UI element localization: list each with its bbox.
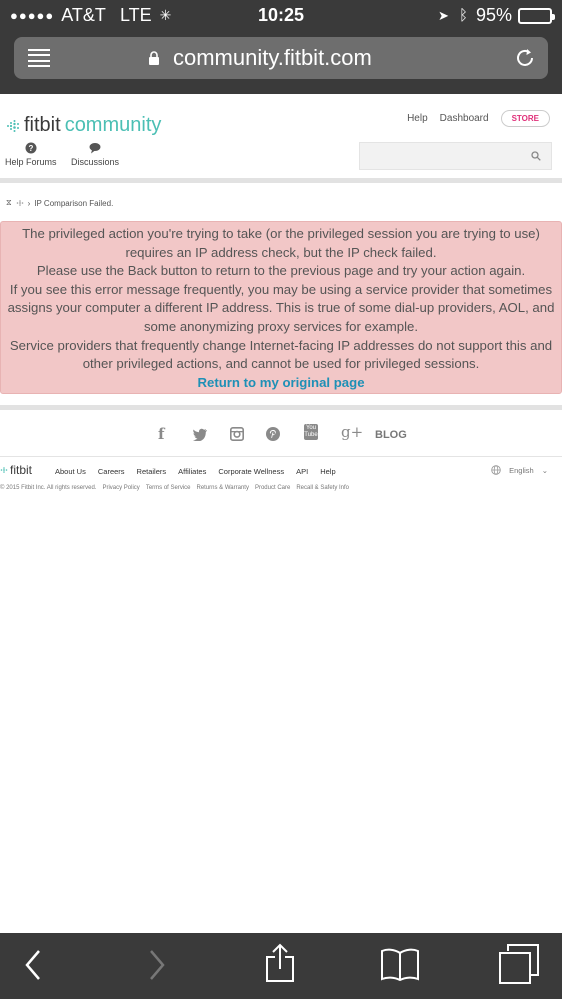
- footer-legal: © 2015 Fitbit Inc. All rights reserved. …: [0, 485, 355, 491]
- header-divider: [0, 178, 562, 183]
- error-text-line1: The privileged action you're trying to t…: [22, 226, 540, 260]
- social-links: f You Tube g+ BLOG: [0, 423, 562, 445]
- youtube-icon[interactable]: You Tube: [304, 424, 318, 440]
- battery-icon: [518, 7, 555, 24]
- copyright-text: © 2015 Fitbit Inc. All rights reserved.: [0, 485, 97, 491]
- back-arrow-icon[interactable]: [22, 947, 44, 983]
- header-top-links: Help Dashboard STORE: [407, 110, 550, 127]
- logo-brand-text: fitbit: [24, 114, 61, 136]
- blog-link[interactable]: BLOG: [375, 429, 407, 441]
- footer-link-help[interactable]: Help: [320, 467, 335, 476]
- bookmarks-icon[interactable]: [380, 947, 420, 981]
- fitbit-dots-icon: [0, 467, 8, 473]
- fitbit-community-logo[interactable]: fitbit community: [6, 114, 161, 137]
- site-header: fitbit community Help Dashboard STORE ? …: [0, 94, 562, 180]
- footer-link-corporate-wellness[interactable]: Corporate Wellness: [218, 467, 284, 476]
- content-divider: [0, 405, 562, 410]
- pinterest-icon[interactable]: [266, 427, 280, 441]
- status-bar: ●●●●● AT&T LTE ✳ 10:25 ➤ ᛒ 95%: [0, 0, 562, 32]
- logo-section-text: community: [64, 114, 162, 136]
- fitbit-dots-icon: [7, 119, 19, 132]
- lock-icon: [149, 51, 159, 65]
- breadcrumb-current: IP Comparison Failed.: [34, 198, 114, 208]
- footer-divider: [0, 456, 562, 457]
- legal-link-product-care[interactable]: Product Care: [255, 485, 290, 491]
- chevron-down-icon: ⌄: [541, 465, 548, 475]
- nav-help-forums-label: Help Forums: [5, 157, 57, 167]
- footer-link-api[interactable]: API: [296, 467, 308, 476]
- footer-logo[interactable]: fitbit: [0, 463, 32, 477]
- twitter-icon[interactable]: [193, 428, 208, 441]
- language-selector[interactable]: English ⌄: [491, 465, 548, 475]
- store-button[interactable]: STORE: [500, 110, 550, 127]
- legal-link-terms[interactable]: Terms of Service: [146, 485, 191, 491]
- legal-link-recall[interactable]: Recall & Safety Info: [296, 485, 349, 491]
- browser-chrome-top: ●●●●● AT&T LTE ✳ 10:25 ➤ ᛒ 95% community…: [0, 0, 562, 94]
- nav-help-forums[interactable]: ? Help Forums: [5, 142, 57, 167]
- search-icon[interactable]: [531, 151, 541, 161]
- footer-link-about-us[interactable]: About Us: [55, 467, 86, 476]
- search-input[interactable]: [359, 142, 552, 170]
- breadcrumb-separator-icon: ›: [27, 198, 31, 208]
- help-link[interactable]: Help: [407, 113, 428, 124]
- return-to-original-page-link[interactable]: Return to my original page: [197, 374, 364, 393]
- reload-icon[interactable]: [514, 47, 536, 69]
- legal-link-returns[interactable]: Returns & Warranty: [197, 485, 249, 491]
- speech-bubble-icon: [89, 143, 101, 154]
- svg-text:?: ?: [28, 144, 33, 153]
- location-arrow-icon: ➤: [438, 7, 449, 23]
- footer-links: About Us Careers Retailers Affiliates Co…: [55, 467, 348, 476]
- breadcrumb: ⧖ › IP Comparison Failed.: [6, 198, 113, 208]
- bluetooth-icon: ᛒ: [458, 7, 468, 24]
- footer-link-affiliates[interactable]: Affiliates: [178, 467, 206, 476]
- facebook-icon[interactable]: f: [158, 425, 164, 443]
- address-bar[interactable]: community.fitbit.com: [14, 37, 548, 79]
- globe-icon: [491, 465, 501, 475]
- language-label: English: [509, 465, 534, 475]
- instagram-icon[interactable]: [230, 427, 244, 441]
- error-text-line3: If you see this error message frequently…: [7, 281, 555, 334]
- error-text-line4: Service providers that frequently change…: [9, 337, 553, 372]
- footer-logo-text: fitbit: [10, 463, 33, 477]
- error-message-box: The privileged action you're trying to t…: [0, 221, 562, 394]
- nav-discussions-label: Discussions: [71, 157, 120, 167]
- footer-link-careers[interactable]: Careers: [98, 467, 125, 476]
- breadcrumb-collapse-icon[interactable]: ⧖: [6, 198, 12, 208]
- error-text-line2: Please use the Back button to return to …: [36, 263, 526, 279]
- footer-link-retailers[interactable]: Retailers: [137, 467, 167, 476]
- breadcrumb-home-icon[interactable]: [16, 199, 24, 207]
- dashboard-link[interactable]: Dashboard: [440, 113, 489, 124]
- legal-link-privacy[interactable]: Privacy Policy: [102, 485, 139, 491]
- tabs-icon[interactable]: [498, 943, 540, 985]
- battery-percent: 95%: [475, 5, 512, 25]
- nav-discussions[interactable]: Discussions: [71, 142, 119, 167]
- browser-toolbar: [0, 933, 562, 999]
- reader-menu-icon[interactable]: [28, 49, 50, 67]
- question-circle-icon: ?: [25, 142, 37, 154]
- share-icon[interactable]: [264, 943, 296, 983]
- url-text[interactable]: community.fitbit.com: [173, 45, 372, 71]
- googleplus-icon[interactable]: g+: [341, 423, 363, 441]
- forward-arrow-icon[interactable]: [146, 947, 168, 983]
